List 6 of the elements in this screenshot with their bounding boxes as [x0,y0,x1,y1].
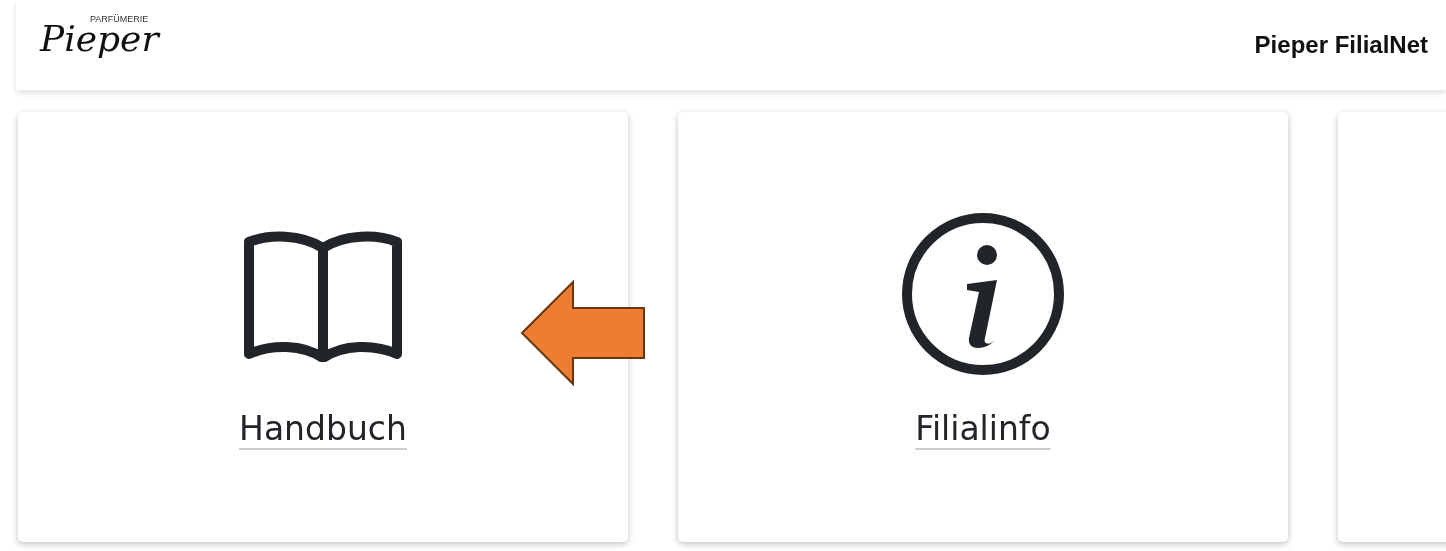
card-link[interactable]: Handbuch [239,404,407,454]
info-icon [901,212,1065,376]
app-title: Pieper FilialNet [1254,30,1428,60]
menu-card[interactable]: Handbuch [18,112,628,542]
card-link[interactable]: Filialinfo [915,404,1051,454]
menu-card[interactable]: Filialinfo [678,112,1288,542]
